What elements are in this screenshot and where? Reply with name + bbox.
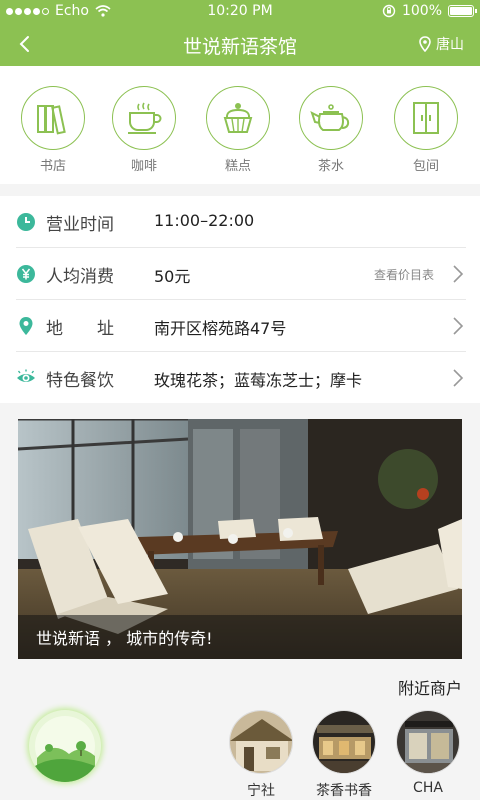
- hours-row: 营业时间 11:00–22:00: [16, 196, 466, 248]
- category-tea[interactable]: 茶水: [297, 86, 365, 174]
- category-label: 糕点: [224, 159, 251, 174]
- battery-percent: 100%: [401, 3, 442, 19]
- yuan-icon: [17, 265, 35, 283]
- category-label: 包间: [412, 159, 439, 174]
- nearby-shop[interactable]: 茶香书香: [311, 710, 377, 800]
- address-row[interactable]: 地 址 南开区榕苑路47号: [16, 300, 466, 352]
- chevron-right-icon: [453, 265, 464, 283]
- hours-value: 11:00–22:00: [154, 211, 255, 230]
- private-room-door-icon: [413, 102, 439, 134]
- books-icon: [37, 105, 66, 135]
- category-bookstore[interactable]: 书店: [19, 86, 87, 174]
- clock-icon: [17, 213, 35, 231]
- cupcake-icon: [223, 103, 253, 133]
- location-selector[interactable]: 唐山: [419, 34, 464, 54]
- battery-group: 100%: [382, 3, 477, 19]
- orientation-lock-icon: [382, 4, 396, 18]
- app-header: Echo 10:20 PM 100% 世说新语茶馆 唐山: [0, 0, 480, 66]
- status-bar: Echo 10:20 PM 100%: [0, 0, 480, 22]
- specialty-label: 特色餐饮: [46, 371, 114, 391]
- location-name: 唐山: [436, 37, 464, 53]
- shop-name: 茶香书香: [316, 783, 372, 799]
- category-private-room[interactable]: 包间: [392, 86, 460, 174]
- shop-avatar: [396, 710, 460, 774]
- category-label: 茶水: [317, 159, 344, 174]
- price-row[interactable]: 人均消费 50元 查看价目表: [16, 248, 466, 300]
- shop-banner-image[interactable]: 世说新语 ， 城市的传奇!: [18, 419, 462, 659]
- category-coffee[interactable]: 咖啡: [110, 86, 178, 174]
- map-pin-icon: [19, 317, 33, 335]
- nav-bar: 世说新语茶馆 唐山: [0, 22, 480, 66]
- shop-name: CHA: [413, 780, 443, 796]
- category-label: 书店: [39, 159, 66, 174]
- address-label: 地 址: [46, 319, 114, 339]
- hills-icon: [35, 716, 95, 782]
- location-pin-icon: [419, 36, 431, 52]
- price-value: 50元: [154, 267, 191, 286]
- price-label: 人均消费: [46, 267, 114, 287]
- specialty-row[interactable]: 特色餐饮 玫瑰花茶；蓝莓冻芝士；摩卡: [16, 352, 466, 404]
- category-pastry[interactable]: 糕点: [204, 86, 272, 174]
- landscape-bubble-icon[interactable]: [29, 710, 101, 782]
- address-value: 南开区榕苑路47号: [154, 319, 287, 338]
- specialty-value: 玫瑰花茶；蓝莓冻芝士；摩卡: [154, 371, 363, 390]
- nearby-shop[interactable]: 宁社: [228, 710, 294, 800]
- chevron-right-icon: [453, 369, 464, 387]
- view-price-list-link[interactable]: 查看价目表: [374, 266, 434, 283]
- nearby-shop[interactable]: CHA: [395, 710, 461, 796]
- shop-avatar: [229, 710, 293, 774]
- shop-info-panel: 营业时间 11:00–22:00 人均消费 50元 查看价目表 地 址 南开区榕…: [0, 196, 480, 403]
- category-label: 咖啡: [130, 159, 157, 174]
- nearby-title: 附近商户: [397, 679, 462, 698]
- shop-name: 宁社: [247, 783, 275, 799]
- shop-avatar: [312, 710, 376, 774]
- eye-icon: [17, 369, 35, 382]
- battery-icon: [448, 5, 477, 17]
- teapot-icon: [310, 104, 350, 131]
- page-title: 世说新语茶馆: [182, 36, 297, 58]
- coffee-cup-icon: [128, 102, 162, 134]
- hours-label: 营业时间: [46, 215, 114, 235]
- chevron-right-icon: [453, 317, 464, 335]
- banner-caption: 世说新语 ， 城市的传奇!: [18, 615, 462, 659]
- category-bar: 书店 咖啡 糕点 茶水 包间: [0, 66, 480, 184]
